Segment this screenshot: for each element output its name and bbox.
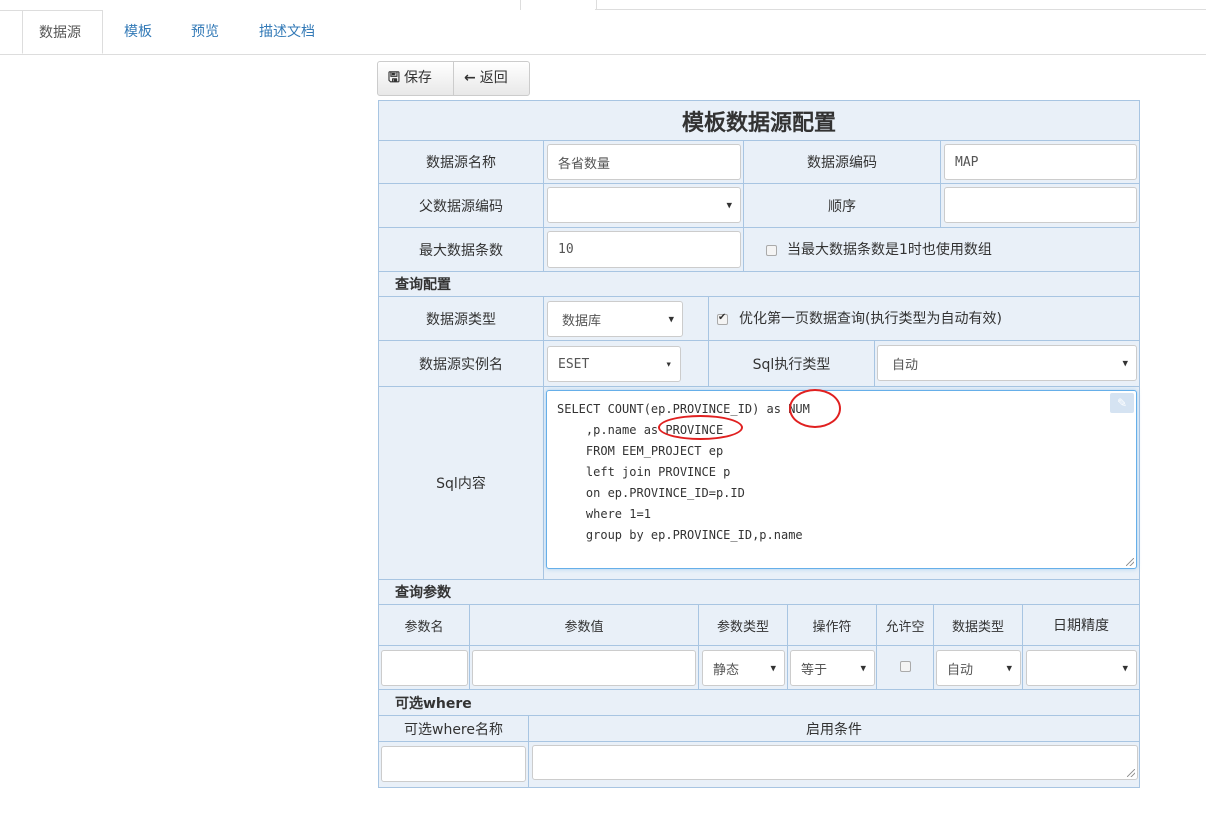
annotation-circle-num bbox=[789, 389, 841, 428]
sql-editor[interactable]: SELECT COUNT(ep.PROVINCE_ID) as NUM ,p.n… bbox=[546, 389, 1137, 569]
max-rows-label: 最大数据条数 bbox=[379, 228, 544, 272]
datasource-config-form: 模板数据源配置 数据源名称 各省数量 数据源编码 MAP 父数据源编码 顺序 最… bbox=[378, 100, 1140, 788]
parent-code-select[interactable] bbox=[547, 187, 741, 223]
ds-name-input[interactable]: 各省数量 bbox=[547, 144, 741, 180]
optimize-label: 优化第一页数据查询(执行类型为自动有效) bbox=[739, 311, 1002, 327]
date-precision-select[interactable] bbox=[1026, 650, 1137, 686]
param-value-header: 参数值 bbox=[470, 605, 699, 646]
tab-datasource[interactable]: 数据源 bbox=[22, 10, 103, 54]
where-name-header: 可选where名称 bbox=[379, 716, 529, 742]
ds-type-label: 数据源类型 bbox=[379, 297, 544, 341]
data-type-header: 数据类型 bbox=[934, 605, 1023, 646]
top-tab-fragment bbox=[520, 0, 597, 10]
back-button[interactable]: ← 返回 bbox=[453, 61, 530, 96]
sql-label: Sql内容 bbox=[379, 387, 544, 580]
query-config-section: 查询配置 bbox=[379, 272, 1139, 297]
optimize-checkbox[interactable] bbox=[717, 312, 728, 325]
save-label: 保存 bbox=[403, 70, 432, 86]
instance-select[interactable]: ESET bbox=[547, 346, 681, 382]
operator-header: 操作符 bbox=[788, 605, 877, 646]
optional-where-section: 可选where bbox=[379, 690, 1139, 716]
param-name-input[interactable] bbox=[381, 650, 468, 686]
ds-type-select[interactable]: 数据库 bbox=[547, 301, 683, 337]
tab-preview[interactable]: 预览 bbox=[191, 10, 219, 54]
ds-name-label: 数据源名称 bbox=[379, 141, 544, 184]
enable-condition-textarea[interactable] bbox=[532, 745, 1138, 780]
tab-template[interactable]: 模板 bbox=[124, 10, 152, 54]
parent-code-label: 父数据源编码 bbox=[379, 184, 544, 228]
arrow-left-icon: ← bbox=[464, 70, 476, 86]
resize-handle[interactable] bbox=[1127, 769, 1135, 777]
tab-bar: 数据源 模板 预览 描述文档 bbox=[0, 10, 1206, 55]
exec-type-select[interactable]: 自动 bbox=[877, 345, 1137, 381]
order-input[interactable] bbox=[944, 187, 1137, 223]
param-type-select[interactable]: 静态 bbox=[702, 650, 785, 686]
exec-type-label: Sql执行类型 bbox=[709, 341, 875, 387]
use-array-checkbox[interactable] bbox=[766, 245, 777, 256]
back-label: 返回 bbox=[479, 70, 508, 86]
ds-code-label: 数据源编码 bbox=[744, 141, 941, 184]
resize-handle[interactable] bbox=[1126, 558, 1134, 566]
data-type-select[interactable]: 自动 bbox=[936, 650, 1021, 686]
allow-null-checkbox[interactable] bbox=[900, 661, 911, 672]
allow-null-header: 允许空 bbox=[877, 605, 934, 646]
param-value-input[interactable] bbox=[472, 650, 696, 686]
query-params-section: 查询参数 bbox=[379, 580, 1139, 605]
save-button[interactable]: 🖫 保存 bbox=[377, 61, 454, 96]
edit-icon[interactable]: ✎ bbox=[1110, 393, 1134, 413]
order-label: 顺序 bbox=[744, 184, 941, 228]
where-name-input[interactable] bbox=[381, 746, 526, 782]
tab-description-doc[interactable]: 描述文档 bbox=[259, 10, 315, 54]
use-array-label: 当最大数据条数是1时也使用数组 bbox=[787, 242, 992, 258]
param-type-header: 参数类型 bbox=[699, 605, 788, 646]
floppy-disk-icon: 🖫 bbox=[388, 70, 400, 86]
annotation-circle-province bbox=[658, 415, 743, 440]
enable-condition-header: 启用条件 bbox=[529, 716, 1139, 742]
param-name-header: 参数名 bbox=[379, 605, 470, 646]
form-title: 模板数据源配置 bbox=[379, 101, 1139, 141]
max-rows-input[interactable]: 10 bbox=[547, 231, 741, 268]
operator-select[interactable]: 等于 bbox=[790, 650, 875, 686]
instance-label: 数据源实例名 bbox=[379, 341, 544, 387]
date-precision-header: 日期精度 bbox=[1023, 605, 1139, 646]
ds-code-input[interactable]: MAP bbox=[944, 144, 1137, 180]
